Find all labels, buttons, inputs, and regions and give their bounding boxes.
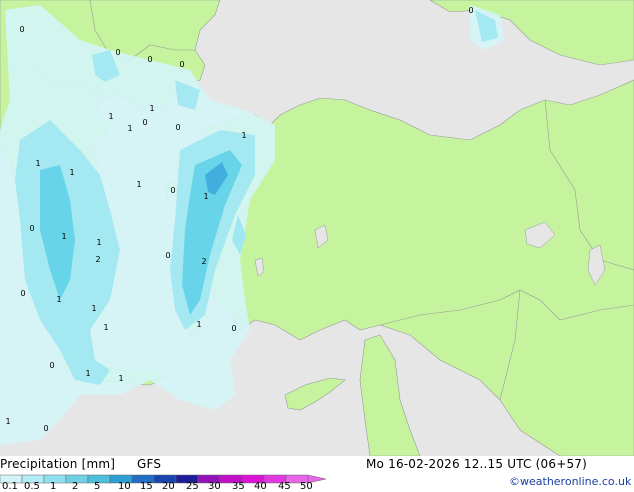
map-label: 0 — [170, 186, 175, 195]
scale-tick: 10 — [118, 481, 131, 492]
map-label: 1 — [149, 104, 154, 113]
scale-tick: 25 — [186, 481, 199, 492]
forecast-datetime: Mo 16-02-2026 12..15 UTC (06+57) — [366, 457, 588, 471]
scale-tick: 1 — [50, 481, 57, 492]
map-label: 1 — [196, 320, 201, 329]
map-label: 1 — [61, 232, 66, 241]
map-label: 1 — [35, 159, 40, 168]
scale-tick: 50 — [300, 481, 313, 492]
map-label: 0 — [468, 6, 473, 15]
scale-tick: 15 — [140, 481, 153, 492]
map-label: 1 — [203, 192, 208, 201]
map-label: 2 — [201, 257, 206, 266]
map-label: 1 — [91, 304, 96, 313]
scale-tick: 0.5 — [24, 481, 40, 492]
map-label: 0 — [231, 324, 236, 333]
map-label: 0 — [175, 123, 180, 132]
scale-tick: 5 — [94, 481, 101, 492]
scale-tick: 40 — [254, 481, 267, 492]
map-label: 1 — [69, 168, 74, 177]
scale-tick: 35 — [232, 481, 245, 492]
precipitation-map: 0 0 0 0 1 1 1 0 0 1 1 1 1 1 0 1 2 0 0 1 … — [0, 0, 634, 456]
map-label: 1 — [56, 295, 61, 304]
legend-title: Precipitation [mm] — [0, 457, 116, 471]
scale-tick: 2 — [72, 481, 79, 492]
map-label: 0 — [29, 224, 34, 233]
credit-link[interactable]: ©weatheronline.co.uk — [509, 475, 631, 488]
map-label: 0 — [49, 361, 54, 370]
scale-tick: 45 — [278, 481, 291, 492]
scale-tick: 0.1 — [2, 481, 18, 492]
map-label: 0 — [19, 25, 24, 34]
scale-tick: 20 — [162, 481, 175, 492]
map-label: 1 — [118, 374, 123, 383]
map-label: 0 — [115, 48, 120, 57]
map-label: 1 — [5, 417, 10, 426]
map-label: 1 — [241, 131, 246, 140]
map-label: 0 — [165, 251, 170, 260]
map-label: 1 — [103, 323, 108, 332]
map-label: 0 — [43, 424, 48, 433]
map-label: 0 — [147, 55, 152, 64]
map-label: 1 — [127, 124, 132, 133]
map-label: 0 — [20, 289, 25, 298]
map-label: 0 — [142, 118, 147, 127]
scale-tick: 30 — [208, 481, 221, 492]
map-label: 1 — [136, 180, 141, 189]
map-label: 1 — [85, 369, 90, 378]
map-label: 0 — [179, 60, 184, 69]
map-label: 1 — [108, 112, 113, 121]
model-name: GFS — [137, 457, 162, 471]
map-label: 2 — [95, 255, 100, 264]
map-label: 1 — [96, 238, 101, 247]
